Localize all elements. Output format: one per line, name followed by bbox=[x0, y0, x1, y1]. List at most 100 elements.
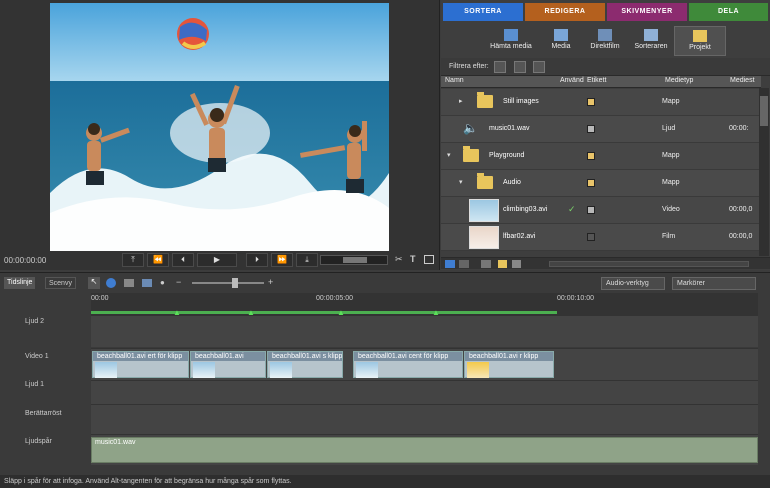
shuttle-slider[interactable] bbox=[320, 255, 388, 265]
collapse-arrow-icon[interactable]: ▾ bbox=[459, 178, 463, 186]
step-back-button[interactable]: ⏴ bbox=[172, 253, 194, 267]
icon-view-icon[interactable] bbox=[459, 260, 469, 268]
speaker-icon: 🔈 bbox=[463, 121, 478, 135]
ruler-label: 00:00 bbox=[91, 295, 109, 302]
col-duration[interactable]: Mediest bbox=[730, 77, 755, 84]
list-item[interactable]: climbing03.avi ✓ Video 00:00,0 bbox=[441, 197, 759, 224]
zoom-plus-icon[interactable]: + bbox=[268, 277, 273, 287]
track-audio-2[interactable] bbox=[91, 315, 758, 347]
tab-timeline[interactable]: Tidslinje bbox=[4, 277, 36, 289]
subtab-sceneline[interactable]: Sorteraren bbox=[625, 26, 677, 56]
track-label-video1: Video 1 bbox=[25, 353, 49, 360]
filter-image-icon[interactable] bbox=[533, 61, 545, 73]
vertical-scrollbar[interactable] bbox=[759, 88, 769, 256]
organize-panel: SORTERA REDIGERA SKIVMENYER DELA Hämta m… bbox=[441, 0, 770, 270]
step-forward-button[interactable]: ⏵ bbox=[246, 253, 268, 267]
zoom-slider[interactable] bbox=[192, 282, 264, 284]
col-label[interactable]: Etikett bbox=[587, 77, 606, 84]
go-to-start-button[interactable]: ⤒ bbox=[122, 253, 144, 267]
import-icon bbox=[504, 29, 518, 41]
col-used[interactable]: Använd bbox=[560, 77, 584, 84]
timeline-clip[interactable]: beachball01.avi r klipp bbox=[464, 351, 554, 378]
checkmark-icon: ✓ bbox=[568, 204, 576, 214]
title-text-icon[interactable]: T bbox=[410, 254, 416, 264]
subtab-instant-movie[interactable]: Direktfilm bbox=[579, 26, 631, 56]
tab-redigera[interactable]: REDIGERA bbox=[525, 3, 605, 21]
track-audio-1[interactable] bbox=[91, 380, 758, 404]
column-header: Namn Använd Etikett Medietyp Mediest bbox=[441, 76, 761, 88]
markers-dropdown[interactable]: Markörer bbox=[672, 277, 756, 290]
col-name[interactable]: Namn bbox=[445, 77, 464, 84]
track-video-1[interactable]: beachball01.avi ert för klipp beachball0… bbox=[91, 348, 758, 380]
item-type: Mapp bbox=[662, 98, 680, 105]
film-strip-icon[interactable] bbox=[124, 279, 134, 287]
subtab-get-media[interactable]: Hämta media bbox=[485, 26, 537, 56]
clip-thumbnail bbox=[356, 362, 378, 378]
zoom-slider-knob[interactable] bbox=[232, 278, 238, 288]
camera-icon[interactable] bbox=[424, 255, 434, 264]
item-duration: 00:00,0 bbox=[729, 206, 753, 213]
item-type: Mapp bbox=[662, 152, 680, 159]
clip-title: beachball01.avi r klipp bbox=[465, 352, 553, 361]
trash-icon[interactable] bbox=[512, 260, 521, 268]
zoom-minus-icon[interactable]: − bbox=[176, 277, 181, 287]
play-button[interactable]: ▶ bbox=[197, 253, 237, 267]
tab-dela[interactable]: DELA bbox=[689, 3, 768, 21]
item-type: Video bbox=[662, 206, 680, 213]
label-swatch bbox=[587, 98, 595, 106]
list-item[interactable]: 🔈 music01.wav Ljud 00:00: bbox=[441, 116, 759, 143]
go-to-end-button[interactable]: ⤓ bbox=[296, 253, 318, 267]
item-type: Film bbox=[662, 233, 676, 240]
col-mediatype[interactable]: Medietyp bbox=[665, 77, 693, 84]
filter-video-icon[interactable] bbox=[494, 61, 506, 73]
list-item[interactable]: lfbar02.avi Film 00:00,0 bbox=[441, 224, 759, 251]
timeline-clip[interactable]: beachball01.avi cent för klipp bbox=[353, 351, 463, 378]
zoom-out-icon[interactable]: ● bbox=[160, 278, 165, 287]
subtab-label: Hämta media bbox=[490, 43, 532, 50]
audio-tools-dropdown[interactable]: Audio-verktyg bbox=[601, 277, 665, 290]
scissors-icon[interactable]: ✂ bbox=[395, 254, 403, 265]
audio-clip[interactable]: music01.wav bbox=[91, 437, 758, 463]
filter-audio-icon[interactable] bbox=[514, 61, 526, 73]
film-icon bbox=[598, 29, 612, 41]
item-name: climbing03.avi bbox=[503, 206, 548, 213]
item-duration: 00:00,0 bbox=[729, 233, 753, 240]
tab-skivmenyer[interactable]: SKIVMENYER bbox=[607, 3, 687, 21]
folder-icon[interactable] bbox=[498, 260, 507, 268]
track-soundtrack[interactable]: music01.wav bbox=[91, 434, 758, 465]
item-name: Audio bbox=[503, 179, 521, 186]
shuttle-knob[interactable] bbox=[343, 257, 367, 263]
horizontal-scrollbar[interactable] bbox=[549, 261, 749, 267]
tab-sceneline[interactable]: Scenvy bbox=[45, 277, 76, 289]
fast-forward-button[interactable]: ⏩ bbox=[271, 253, 293, 267]
selection-tool-icon[interactable]: ↖ bbox=[88, 277, 100, 289]
tab-sortera[interactable]: SORTERA bbox=[443, 3, 523, 21]
rewind-button[interactable]: ⏪ bbox=[147, 253, 169, 267]
clip-thumbnail bbox=[469, 199, 499, 222]
clip-thumbnail bbox=[469, 226, 499, 249]
folder-icon bbox=[463, 146, 479, 162]
sorter-icon bbox=[644, 29, 658, 41]
ruler-label: 00:00:05:00 bbox=[316, 295, 353, 302]
track-narration[interactable] bbox=[91, 404, 758, 434]
label-swatch bbox=[587, 152, 595, 160]
time-ruler[interactable]: 00:00 00:00:05:00 00:00:10:00 ▲ ▲ ▲ ▲ bbox=[91, 293, 758, 317]
expand-arrow-icon[interactable]: ▸ bbox=[459, 97, 463, 105]
list-item[interactable]: ▾ Playground Mapp bbox=[441, 143, 759, 170]
list-item[interactable]: ▸ Still images Mapp bbox=[441, 89, 759, 116]
work-area-bar[interactable] bbox=[91, 311, 557, 314]
scrollbar-thumb[interactable] bbox=[760, 96, 768, 126]
ruler-label: 00:00:10:00 bbox=[557, 295, 594, 302]
collapse-arrow-icon[interactable]: ▾ bbox=[447, 151, 451, 159]
list-view-icon[interactable] bbox=[445, 260, 455, 268]
marker-icon[interactable] bbox=[142, 279, 152, 287]
timeline-clip[interactable]: beachball01.avi bbox=[190, 351, 266, 378]
smart-trim-icon[interactable] bbox=[106, 278, 116, 288]
timeline-clip[interactable]: beachball01.avi ert för klipp bbox=[92, 351, 189, 378]
timeline-clip[interactable]: beachball01.avi s klipp bbox=[267, 351, 343, 378]
list-item[interactable]: ▾ Audio Mapp bbox=[441, 170, 759, 197]
filter-label: Filtrera efter: bbox=[449, 63, 489, 70]
item-duration: 00:00: bbox=[729, 125, 749, 132]
subtab-project[interactable]: Projekt bbox=[674, 26, 726, 56]
new-folder-icon[interactable] bbox=[481, 260, 491, 268]
